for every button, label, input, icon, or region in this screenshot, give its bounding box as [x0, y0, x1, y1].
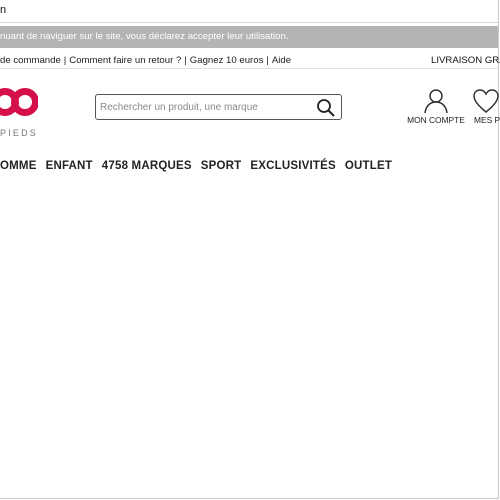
search-box — [95, 94, 342, 120]
favorites-button[interactable]: MES P — [472, 88, 500, 128]
logo-subtitle: PIEDS — [0, 128, 39, 138]
address-bar[interactable]: n — [0, 0, 498, 23]
top-link-gagnez[interactable]: Gagnez 10 euros — [190, 55, 264, 66]
nav-item-homme[interactable]: OMME — [0, 160, 37, 172]
nav-item-outlet[interactable]: OUTLET — [345, 160, 392, 172]
cookie-banner: nuant de naviguer sur le site, vous décl… — [0, 26, 498, 48]
main-nav: OMME ENFANT 4758 MARQUES SPORT EXCLUSIVITÉS O… — [0, 160, 401, 172]
top-link-aide[interactable]: Aide — [272, 55, 291, 66]
top-links-bar: de commande | Comment faire un retour ? | Ga… — [0, 55, 291, 66]
nav-item-enfant[interactable]: ENFANT — [46, 160, 93, 172]
nav-item-sport[interactable]: SPORT — [201, 160, 242, 172]
url-text[interactable]: n — [0, 4, 6, 16]
header-divider — [0, 68, 498, 69]
nav-item-exclusivites[interactable]: EXCLUSIVITÉS — [250, 160, 335, 172]
nav-item-marques[interactable]: 4758 MARQUES — [102, 160, 192, 172]
logo-mark-icon — [0, 88, 39, 116]
favorites-label: MES P — [474, 115, 500, 125]
site-logo[interactable] — [0, 86, 39, 118]
top-link-retour[interactable]: Comment faire un retour ? — [69, 55, 181, 66]
account-label: MON COMPTE — [407, 115, 465, 125]
free-delivery-banner[interactable]: LIVRAISON GRATU — [431, 55, 500, 66]
search-icon[interactable] — [316, 98, 336, 118]
user-icon — [424, 89, 448, 114]
heart-icon — [473, 89, 499, 113]
account-button[interactable]: MON COMPTE — [405, 88, 467, 128]
page-frame — [0, 0, 499, 499]
cookie-banner-text: nuant de naviguer sur le site, vous décl… — [0, 31, 289, 42]
search-input[interactable] — [100, 98, 310, 116]
top-link-commande[interactable]: de commande — [0, 55, 61, 66]
top-links-separator: | — [266, 55, 269, 66]
top-links-separator: | — [184, 55, 187, 66]
